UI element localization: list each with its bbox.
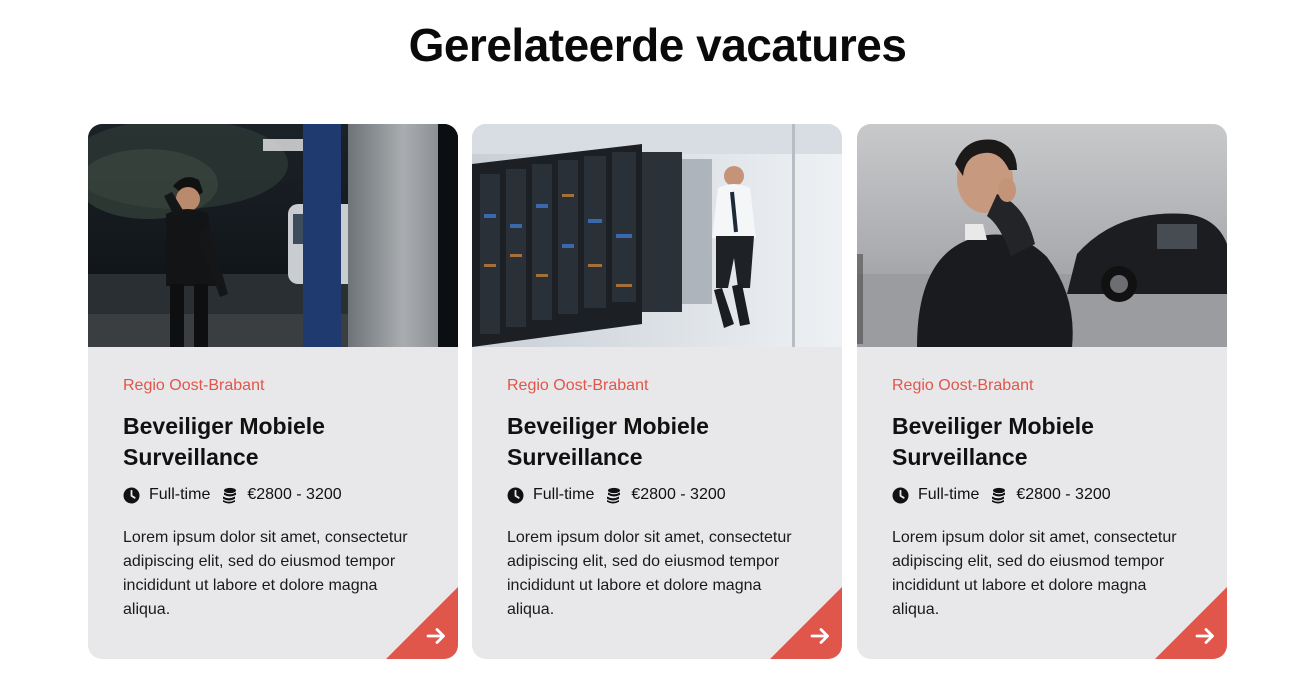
vacancy-description: Lorem ipsum dolor sit amet, consectetur … xyxy=(507,529,792,618)
vacancy-title[interactable]: Beveiliger Mobiele Surveillance xyxy=(507,411,812,473)
vacancy-link-button[interactable] xyxy=(770,587,842,659)
vacancy-card[interactable]: Regio Oost-Brabant Beveiliger Mobiele Su… xyxy=(857,124,1227,659)
employment-type: Full-time xyxy=(149,486,211,503)
vacancy-title[interactable]: Beveiliger Mobiele Surveillance xyxy=(123,411,428,473)
vacancy-region: Regio Oost-Brabant xyxy=(507,377,649,394)
coins-icon xyxy=(221,487,238,504)
vacancy-meta: Full-time €2800 - 3200 xyxy=(507,485,812,505)
salary-range: €2800 - 3200 xyxy=(1016,486,1111,503)
vacancy-description: Lorem ipsum dolor sit amet, consectetur … xyxy=(123,529,408,618)
vacancy-link-button[interactable] xyxy=(386,587,458,659)
clock-icon xyxy=(892,487,909,504)
clock-icon xyxy=(507,487,524,504)
coins-icon xyxy=(605,487,622,504)
employment-type: Full-time xyxy=(533,486,595,503)
vacancy-link-button[interactable] xyxy=(1155,587,1227,659)
vacancy-list: Regio Oost-Brabant Beveiliger Mobiele Su… xyxy=(88,124,1228,659)
vacancy-image-security-guard[interactable] xyxy=(88,124,458,347)
page-title: Gerelateerde vacatures xyxy=(408,19,907,71)
coins-icon xyxy=(990,487,1007,504)
vacancy-region: Regio Oost-Brabant xyxy=(123,377,265,394)
salary-range: €2800 - 3200 xyxy=(631,486,726,503)
vacancy-card-body: Regio Oost-Brabant Beveiliger Mobiele Su… xyxy=(123,377,428,622)
vacancy-card-body: Regio Oost-Brabant Beveiliger Mobiele Su… xyxy=(507,377,812,622)
vacancy-image-bodyguard[interactable] xyxy=(857,124,1227,347)
vacancy-card[interactable]: Regio Oost-Brabant Beveiliger Mobiele Su… xyxy=(88,124,458,659)
vacancy-image-data-center[interactable] xyxy=(472,124,842,347)
vacancy-meta: Full-time €2800 - 3200 xyxy=(892,485,1197,505)
vacancy-title[interactable]: Beveiliger Mobiele Surveillance xyxy=(892,411,1197,473)
vacancy-description: Lorem ipsum dolor sit amet, consectetur … xyxy=(892,529,1177,618)
salary-range: €2800 - 3200 xyxy=(247,486,342,503)
vacancy-card[interactable]: Regio Oost-Brabant Beveiliger Mobiele Su… xyxy=(472,124,842,659)
clock-icon xyxy=(123,487,140,504)
vacancy-meta: Full-time €2800 - 3200 xyxy=(123,485,428,505)
vacancy-region: Regio Oost-Brabant xyxy=(892,377,1034,394)
employment-type: Full-time xyxy=(918,486,980,503)
vacancy-card-body: Regio Oost-Brabant Beveiliger Mobiele Su… xyxy=(892,377,1197,622)
